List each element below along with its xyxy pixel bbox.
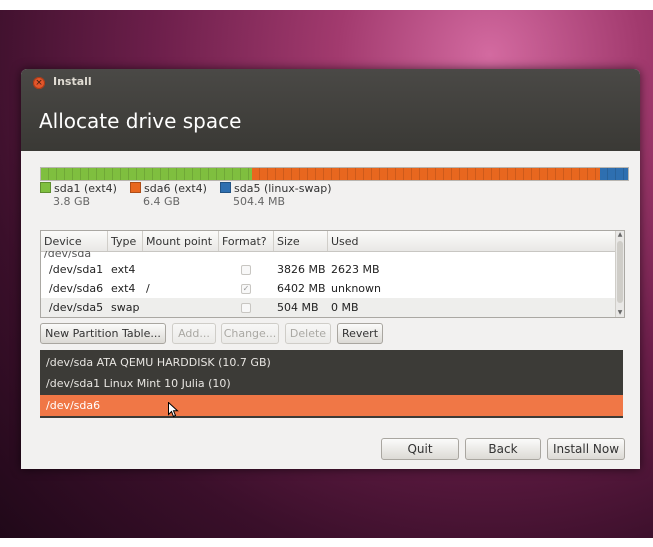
delete-button[interactable]: Delete [285, 323, 331, 344]
legend-sda6: sda6 (ext4) 6.4 GB [130, 182, 207, 208]
format-checkbox[interactable]: ✓ [241, 284, 251, 294]
cell-device: /dev/sda1 [49, 263, 104, 276]
legend-size: 504.4 MB [233, 195, 286, 208]
table-row[interactable]: /dev/sda6 ext4 / ✓ 6402 MB unknown [41, 279, 616, 298]
list-item-label: /dev/sda6 [46, 399, 101, 412]
scrollbar-thumb[interactable] [617, 241, 623, 303]
cell-type: ext4 [111, 282, 136, 295]
cell-device: /dev/sda5 [49, 301, 104, 314]
legend-swatch [130, 182, 141, 193]
list-item-label: /dev/sda ATA QEMU HARDDISK (10.7 GB) [46, 356, 271, 369]
page-title: Allocate drive space [39, 109, 242, 133]
partition-table: Device Type Mount point Format? Size Use… [40, 230, 625, 318]
cell-size: 6402 MB [277, 282, 326, 295]
disk-segment-sda6 [251, 168, 601, 180]
cell-type: swap [111, 301, 140, 314]
new-partition-table-button[interactable]: New Partition Table... [40, 323, 166, 344]
cell-device: /dev/sda [44, 251, 92, 259]
frame-top [0, 0, 653, 10]
legend-label: sda6 (ext4) [144, 182, 207, 195]
table-scrollbar[interactable]: ▲ ▼ [615, 231, 624, 317]
boot-loader-device-list: /dev/sda ATA QEMU HARDDISK (10.7 GB) /de… [40, 350, 623, 418]
legend-sda1: sda1 (ext4) 3.8 GB [40, 182, 117, 208]
scroll-down-icon[interactable]: ▼ [616, 309, 624, 317]
cell-size: 3826 MB [277, 263, 326, 276]
titlebar: × Install Allocate drive space [21, 69, 640, 151]
legend-sda5: sda5 (linux-swap) 504.4 MB [220, 182, 332, 208]
add-button[interactable]: Add... [172, 323, 216, 344]
list-item-label: /dev/sda1 Linux Mint 10 Julia (10) [46, 377, 231, 390]
header-used[interactable]: Used [331, 235, 359, 248]
cell-size: 504 MB [277, 301, 319, 314]
cell-used: 2623 MB [331, 263, 380, 276]
header-type[interactable]: Type [111, 235, 136, 248]
cell-mount: / [146, 282, 150, 295]
window-title: Install [53, 75, 92, 88]
cell-used: 0 MB [331, 301, 359, 314]
scroll-up-icon[interactable]: ▲ [616, 231, 624, 239]
close-icon[interactable]: × [33, 77, 45, 89]
legend-size: 3.8 GB [53, 195, 91, 208]
cell-device: /dev/sda6 [49, 282, 104, 295]
header-format[interactable]: Format? [222, 235, 267, 248]
disk-segment-sda5 [600, 168, 628, 180]
legend-swatch [220, 182, 231, 193]
list-item-selected[interactable]: /dev/sda6 [40, 395, 623, 416]
header-size[interactable]: Size [277, 235, 300, 248]
format-checkbox[interactable] [241, 303, 251, 313]
frame-bottom [0, 538, 653, 547]
change-button[interactable]: Change... [221, 323, 279, 344]
install-now-button[interactable]: Install Now [547, 438, 625, 460]
header-mount-point[interactable]: Mount point [146, 235, 212, 248]
cell-used: unknown [331, 282, 381, 295]
table-row[interactable]: /dev/sda5 swap 504 MB 0 MB [41, 298, 616, 317]
table-row[interactable]: /dev/sda1 ext4 3826 MB 2623 MB [41, 260, 616, 279]
content-area: sda1 (ext4) 3.8 GB sda6 (ext4) 6.4 GB sd… [21, 151, 640, 469]
table-header: Device Type Mount point Format? Size Use… [41, 231, 624, 252]
disk-segment-sda1 [41, 168, 252, 180]
installer-window: × Install Allocate drive space sda1 (ext… [21, 69, 640, 469]
legend-label: sda1 (ext4) [54, 182, 117, 195]
legend-size: 6.4 GB [143, 195, 181, 208]
quit-button[interactable]: Quit [381, 438, 459, 460]
cell-type: ext4 [111, 263, 136, 276]
revert-button[interactable]: Revert [337, 323, 383, 344]
list-item[interactable]: /dev/sda1 Linux Mint 10 Julia (10) [40, 373, 623, 394]
legend-swatch [40, 182, 51, 193]
list-item[interactable]: /dev/sda ATA QEMU HARDDISK (10.7 GB) [40, 352, 623, 373]
legend-label: sda5 (linux-swap) [234, 182, 332, 195]
header-device[interactable]: Device [44, 235, 82, 248]
mouse-pointer-icon [168, 402, 179, 418]
format-checkbox[interactable] [241, 265, 251, 275]
back-button[interactable]: Back [465, 438, 541, 460]
disk-usage-bar [40, 167, 629, 181]
table-row-group[interactable]: /dev/sda [41, 251, 616, 259]
